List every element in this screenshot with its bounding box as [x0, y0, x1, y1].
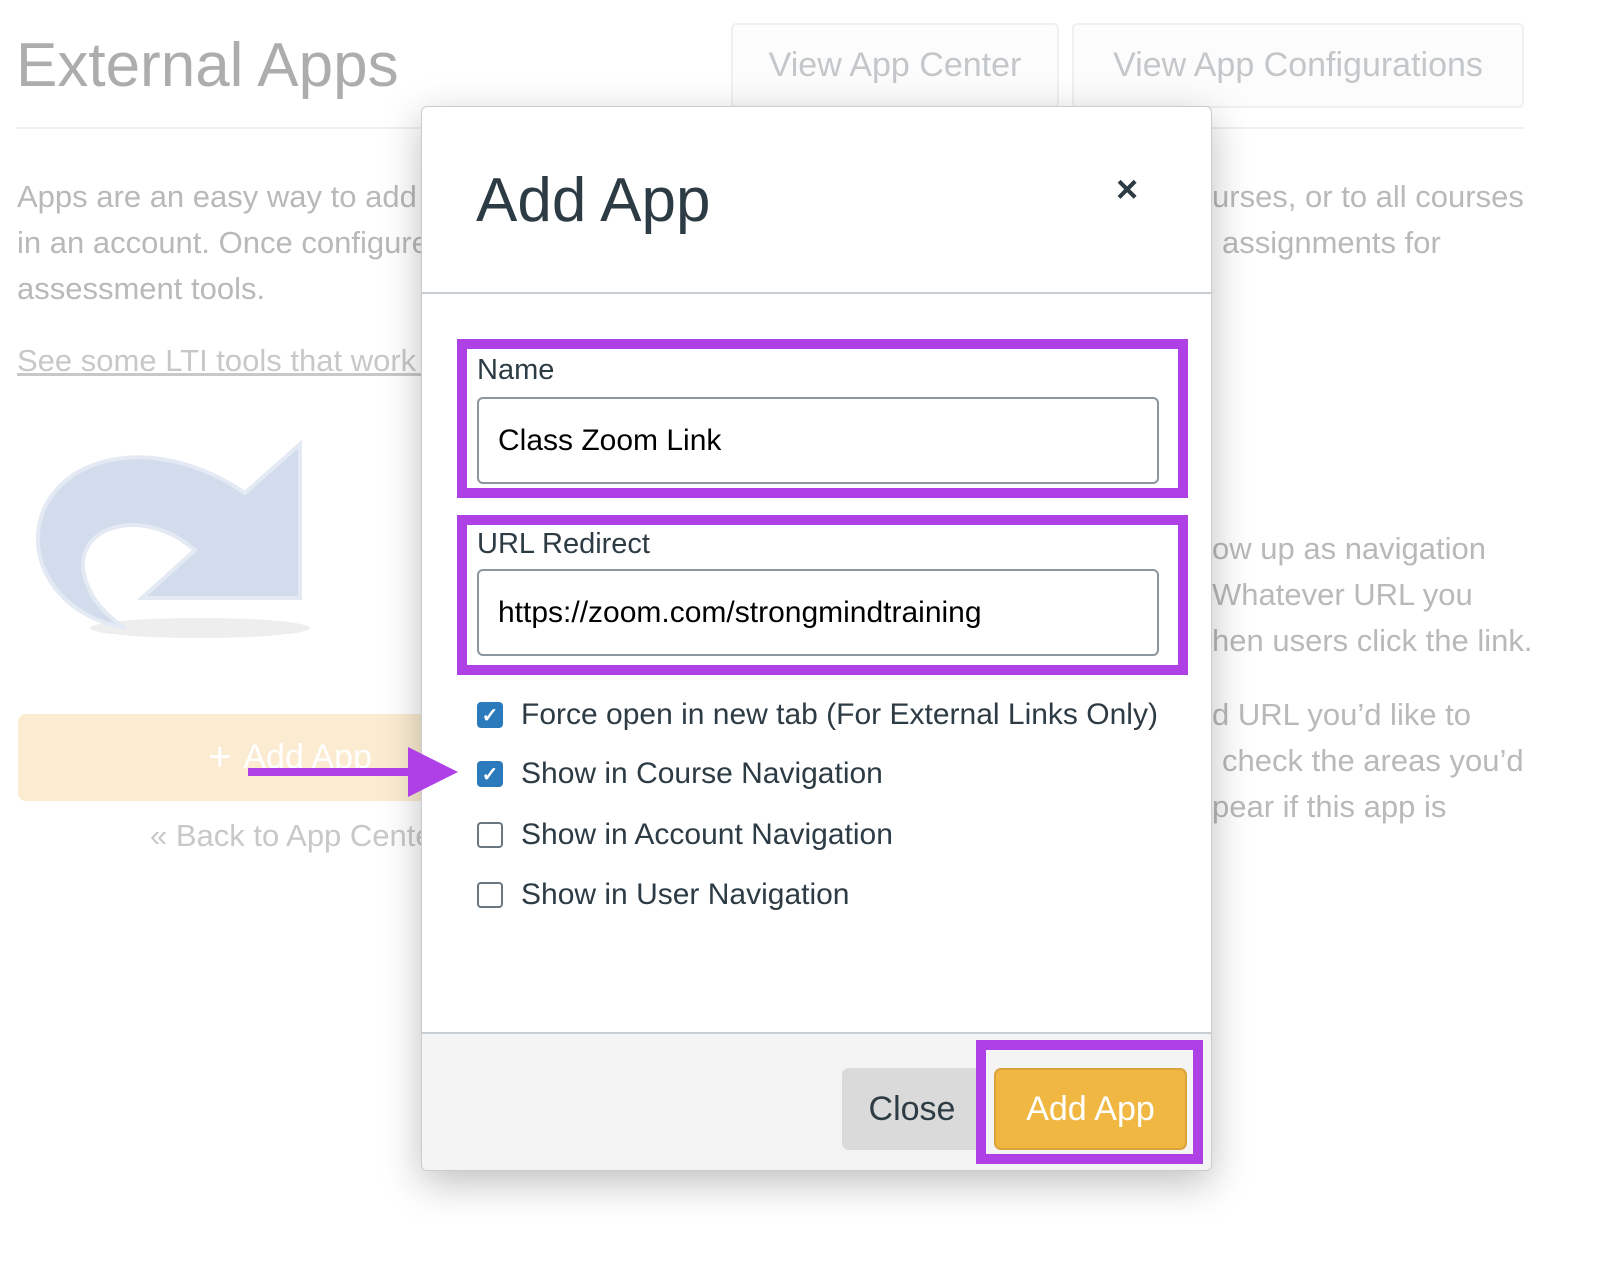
modal-header: Add App × [422, 107, 1211, 294]
checkbox-unchecked-icon[interactable] [477, 822, 503, 848]
text-line: ow up as navigation [1212, 531, 1487, 566]
user-navigation-checkbox[interactable]: Show in User Navigation [477, 878, 850, 912]
close-button[interactable]: Close [842, 1068, 982, 1150]
name-label: Name [477, 354, 555, 386]
checkbox-checked-icon[interactable]: ✓ [477, 702, 503, 728]
view-app-configurations-button[interactable]: View App Configurations [1072, 23, 1524, 108]
instructions-text-2: d URL you’d like to check the areas you’… [1212, 692, 1524, 830]
text-line: assignments for [1222, 225, 1441, 260]
course-navigation-checkbox[interactable]: ✓ Show in Course Navigation [477, 757, 883, 791]
text-line: assessment tools. [17, 271, 266, 306]
annotation-arrow-icon [248, 747, 458, 797]
text-line: urses, or to all courses [1212, 179, 1524, 214]
text-line: check the areas you’d [1222, 743, 1524, 778]
add-app-modal: Add App × Name URL Redirect ✓ Force open … [421, 106, 1212, 1171]
checkbox-label: Show in User Navigation [521, 878, 850, 911]
text-line: d URL you’d like to [1212, 697, 1472, 732]
redirect-arrow-icon [35, 439, 310, 638]
page-title: External Apps [16, 31, 399, 100]
url-redirect-input[interactable] [477, 569, 1159, 656]
checkbox-label: Show in Account Navigation [521, 818, 893, 851]
checkbox-label: Force open in new tab (For External Link… [521, 698, 1158, 731]
checkbox-unchecked-icon[interactable] [477, 882, 503, 908]
modal-footer: Close Add App [422, 1032, 1211, 1170]
text-line: pear if this app is [1212, 789, 1447, 824]
instructions-text: ow up as navigation Whatever URL you hen… [1212, 526, 1532, 664]
account-navigation-checkbox[interactable]: Show in Account Navigation [477, 818, 893, 852]
description-left: Apps are an easy way to add r in an acco… [17, 174, 436, 312]
force-new-tab-checkbox[interactable]: ✓ Force open in new tab (For External Lin… [477, 698, 1158, 732]
add-app-button[interactable]: Add App [994, 1068, 1187, 1150]
lti-tools-link[interactable]: See some LTI tools that work g [17, 343, 442, 379]
name-input[interactable] [477, 397, 1159, 484]
text-line: in an account. Once configure [17, 225, 429, 260]
description-right: urses, or to all courses assignments for [1212, 174, 1524, 266]
view-app-center-button[interactable]: View App Center [731, 23, 1059, 108]
modal-title: Add App [476, 166, 711, 235]
checkbox-checked-icon[interactable]: ✓ [477, 761, 503, 787]
text-line: hen users click the link. [1212, 623, 1533, 658]
back-to-app-center-link[interactable]: « Back to App Cente [150, 818, 433, 854]
text-line: Apps are an easy way to add r [17, 179, 436, 214]
checkbox-label: Show in Course Navigation [521, 757, 883, 790]
close-icon[interactable]: × [1116, 169, 1138, 212]
url-redirect-label: URL Redirect [477, 528, 650, 560]
plus-icon: + [208, 735, 232, 779]
text-line: Whatever URL you [1212, 577, 1473, 612]
